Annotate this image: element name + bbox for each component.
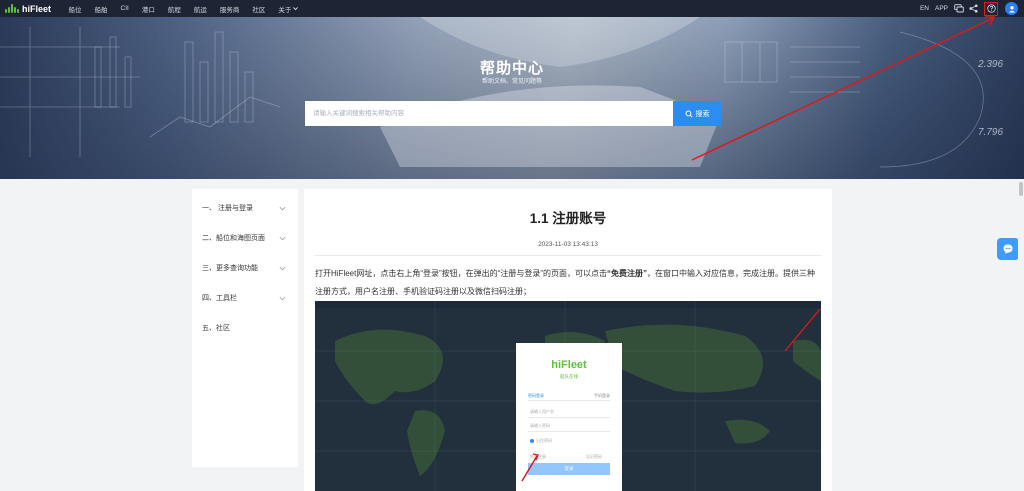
search-input[interactable] xyxy=(305,101,673,126)
sidebar-item-community[interactable]: 五、社区 xyxy=(192,313,298,343)
sidebar-item-ship-chart[interactable]: 二、船位和海图页面 xyxy=(192,223,298,253)
question-circle-icon xyxy=(986,4,996,13)
article-paragraph: 打开HiFleet网址，点击右上角“登录”按钮，在弹出的“注册与登录”的页面，可… xyxy=(315,265,820,301)
nav-item-service-providers[interactable]: 服务商 xyxy=(213,4,246,14)
chevron-down-icon xyxy=(279,236,286,240)
help-search-bar: 搜索 xyxy=(305,101,721,126)
sidebar-item-label: 一、 注册与登录 xyxy=(202,205,253,212)
nav-item-about[interactable]: 关于 xyxy=(272,4,306,14)
article-timestamp: 2023-11-03 13:43:13 xyxy=(538,241,598,248)
language-switch[interactable]: EN xyxy=(920,5,929,12)
search-button[interactable]: 搜索 xyxy=(673,101,721,126)
nav-item-ports[interactable]: 港口 xyxy=(135,4,161,14)
paragraph-text: 打开HiFleet网址，点击右上角“登录”按钮，在弹出的“注册与登录”的页面，可… xyxy=(315,269,607,278)
search-icon xyxy=(685,110,693,118)
hero-background-art: 2.396 7.796 xyxy=(0,17,1024,179)
user-avatar[interactable] xyxy=(1005,2,1018,15)
nav-item-ship-position[interactable]: 船位 xyxy=(62,4,88,14)
hero-subtitle: 帮助文档、常见问题等 xyxy=(481,79,542,85)
sidebar-item-label: 三、更多查询功能 xyxy=(202,265,258,272)
customer-service-button[interactable] xyxy=(997,238,1019,260)
nav-about-label: 关于 xyxy=(278,6,292,14)
chevron-down-icon xyxy=(279,266,286,270)
article-title: 1.1 注册账号 xyxy=(529,211,607,226)
chevron-down-icon xyxy=(279,206,286,210)
paragraph-bold-text: “免费注册” xyxy=(607,269,647,278)
message-icon[interactable] xyxy=(953,3,964,14)
nav-item-shipping[interactable]: 航运 xyxy=(187,4,213,14)
nav-item-community[interactable]: 社区 xyxy=(246,4,272,14)
chevron-down-icon xyxy=(293,7,299,11)
top-nav-bar: hiFleet 船位 船舶 CII 港口 航程 航运 服务商 社区 关于 EN … xyxy=(0,0,1024,17)
hifleet-logo[interactable]: hiFleet xyxy=(0,4,60,14)
divider xyxy=(315,255,821,256)
annotation-arrow xyxy=(521,453,539,482)
top-right-tools: EN APP xyxy=(917,0,1024,17)
help-button[interactable] xyxy=(984,1,998,16)
sidebar-item-toolbar[interactable]: 四、工具栏 xyxy=(192,283,298,313)
sidebar-item-more-queries[interactable]: 三、更多查询功能 xyxy=(192,253,298,283)
help-sidebar: 一、 注册与登录 二、船位和海图页面 三、更多查询功能 四、工具栏 五、社区 xyxy=(192,189,298,467)
svg-text:7.796: 7.796 xyxy=(978,127,1003,138)
sidebar-item-register-login[interactable]: 一、 注册与登录 xyxy=(192,193,298,223)
hero-title: 帮助中心 xyxy=(479,60,544,77)
article-screenshot-image: hiFleet 船队在线 密码登录 手机登录 请输入用户名 请输入密码 记住密码… xyxy=(315,301,821,491)
logo-bars-icon xyxy=(5,4,19,13)
page-scrollbar[interactable] xyxy=(1018,180,1024,491)
nav-item-voyage[interactable]: 航程 xyxy=(161,4,187,14)
sidebar-item-label: 四、工具栏 xyxy=(202,295,237,302)
user-icon xyxy=(1008,5,1015,13)
app-link[interactable]: APP xyxy=(935,5,948,12)
chevron-down-icon xyxy=(279,296,286,300)
main-nav: 船位 船舶 CII 港口 航程 航运 服务商 社区 关于 xyxy=(62,4,306,14)
nav-item-cii[interactable]: CII xyxy=(114,5,135,12)
chat-icon xyxy=(1003,244,1013,254)
hero-banner: 2.396 7.796 帮助中心 帮助文档、常见问题等 搜索 xyxy=(0,17,1024,179)
logo-text: hiFleet xyxy=(22,3,52,14)
sidebar-item-label: 二、船位和海图页面 xyxy=(202,235,265,242)
scrollbar-thumb[interactable] xyxy=(1019,182,1023,196)
sidebar-item-label: 五、社区 xyxy=(202,325,230,332)
nav-item-ships[interactable]: 船舶 xyxy=(88,4,114,14)
article-panel: 1.1 注册账号 2023-11-03 13:43:13 打开HiFleet网址… xyxy=(304,189,832,491)
share-icon[interactable] xyxy=(968,3,979,14)
search-button-label: 搜索 xyxy=(695,110,710,118)
